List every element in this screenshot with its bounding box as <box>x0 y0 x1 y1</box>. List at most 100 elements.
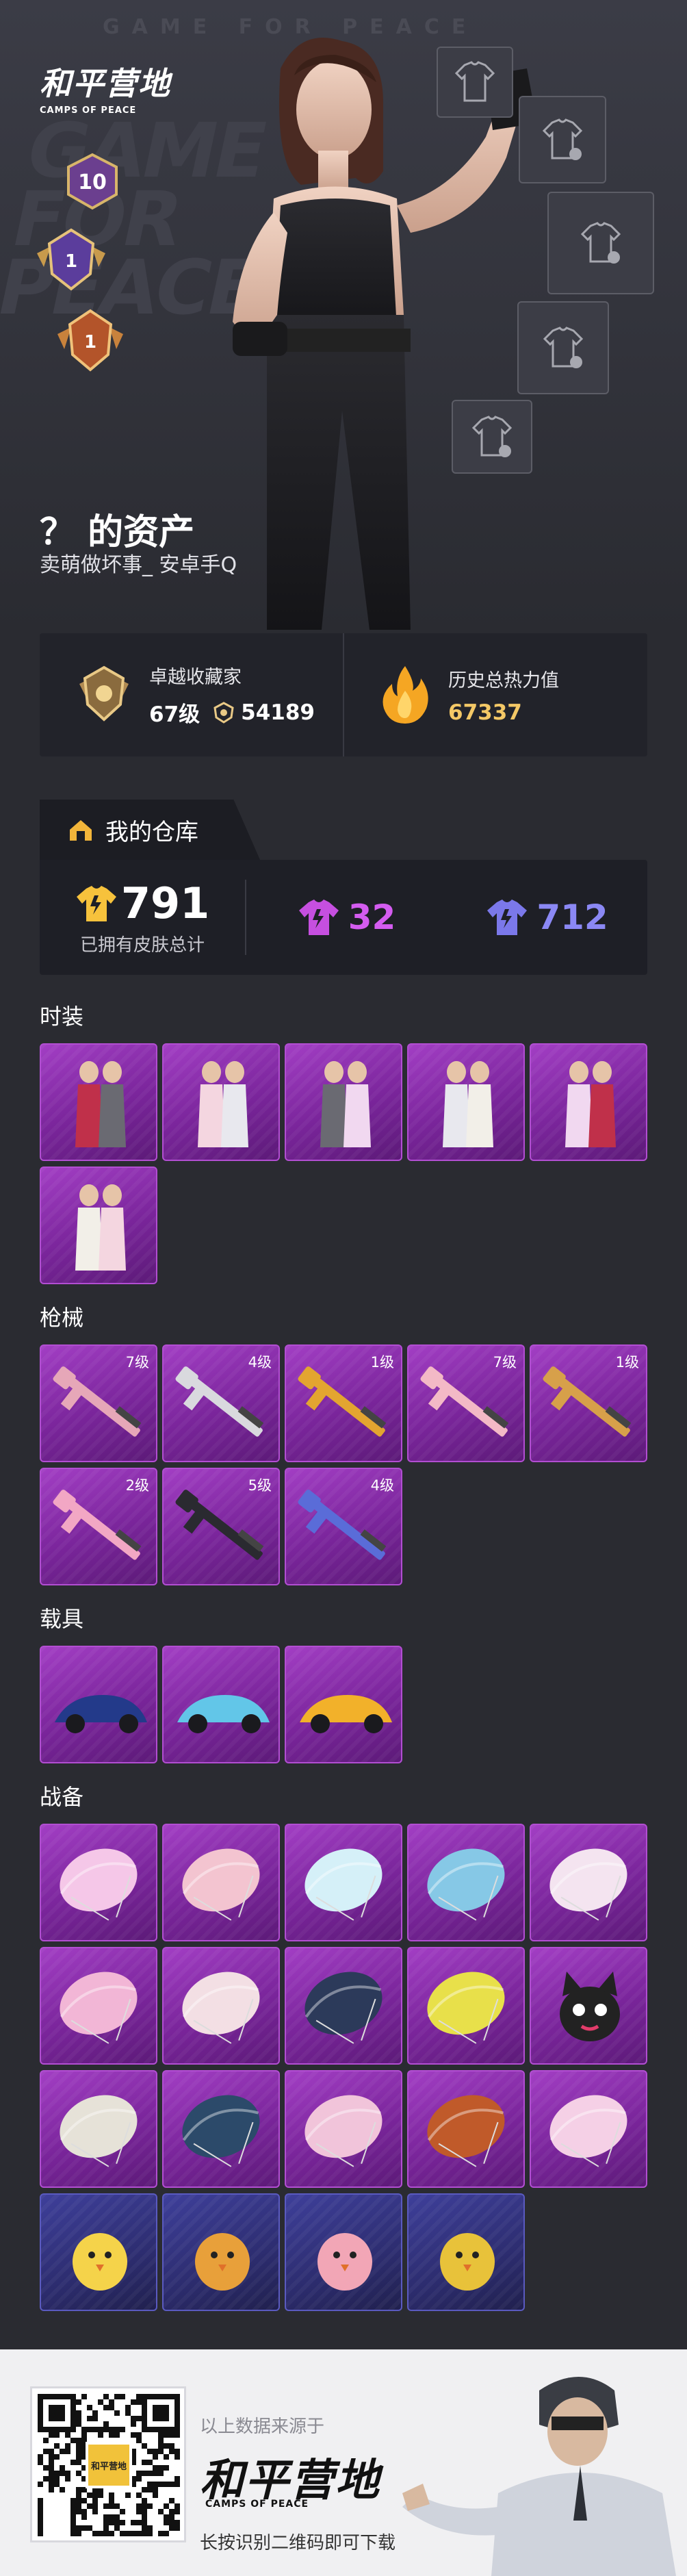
gear-grid <box>40 1824 647 2312</box>
qr-module <box>76 2443 81 2449</box>
qr-module <box>38 2514 43 2520</box>
qr-module <box>164 2503 169 2509</box>
qr-module <box>54 2410 60 2416</box>
qr-module <box>153 2449 158 2454</box>
qr-code[interactable]: 和平营地 <box>30 2386 186 2542</box>
gear-art <box>182 2095 260 2167</box>
qr-module <box>54 2454 60 2460</box>
gear-item[interactable] <box>407 1824 525 1941</box>
rifle-item[interactable]: 7级 <box>407 1344 525 1462</box>
gear-art <box>60 2095 138 2167</box>
gear-item[interactable] <box>285 2070 402 2188</box>
qr-module <box>49 2410 54 2416</box>
rifle-item[interactable]: 1级 <box>530 1344 647 1462</box>
qr-module <box>54 2476 60 2482</box>
rifle-item[interactable]: 1级 <box>285 1344 402 1462</box>
qr-module <box>43 2438 49 2443</box>
qr-module <box>54 2394 60 2399</box>
heat-stat[interactable]: 历史总热力值 67337 <box>343 633 647 756</box>
qr-module <box>147 2427 153 2432</box>
gear-item[interactable] <box>162 1824 280 1941</box>
outfit-item[interactable] <box>162 1043 280 1161</box>
rifle-item[interactable]: 7级 <box>40 1344 157 1462</box>
gear-item[interactable] <box>162 2070 280 2188</box>
gear-item[interactable] <box>407 1947 525 2065</box>
qr-module <box>43 2394 49 2399</box>
qr-module <box>136 2432 142 2438</box>
qr-module <box>70 2498 76 2503</box>
gear-item[interactable] <box>40 1947 157 2065</box>
outfit-item[interactable] <box>285 1043 402 1161</box>
qr-module <box>131 2520 136 2525</box>
qr-module <box>38 2405 43 2410</box>
flame-icon <box>383 666 428 724</box>
qr-module <box>158 2405 164 2410</box>
qr-module <box>147 2471 153 2476</box>
qr-module <box>153 2471 158 2476</box>
qr-module <box>131 2416 136 2421</box>
heat-value: 67337 <box>448 700 522 725</box>
tab-warehouse[interactable]: 我的仓库 <box>40 800 260 860</box>
gear-item[interactable] <box>285 2193 402 2311</box>
gear-art <box>304 1848 383 1921</box>
collector-stat[interactable]: 卓越收藏家 67级 54189 <box>40 633 343 756</box>
qr-module <box>54 2443 60 2449</box>
rifle-item[interactable]: 5级 <box>162 1468 280 1585</box>
gear-item[interactable] <box>407 2193 525 2311</box>
qr-module <box>174 2405 180 2410</box>
gold-shirt-icon <box>76 885 116 921</box>
qr-module <box>142 2427 147 2432</box>
qr-module <box>169 2394 174 2399</box>
qr-module <box>153 2487 158 2492</box>
outfit-item[interactable] <box>407 1043 525 1161</box>
shirt-thumb <box>452 400 532 474</box>
gear-art <box>549 2095 627 2167</box>
gear-art <box>427 2095 505 2167</box>
qr-module <box>109 2503 114 2509</box>
qr-module <box>147 2460 153 2465</box>
qr-module <box>49 2432 54 2438</box>
collector-points: 54189 <box>241 700 315 725</box>
gear-item[interactable] <box>407 2070 525 2188</box>
rifle-item[interactable]: 2级 <box>40 1468 157 1585</box>
gear-item[interactable] <box>40 2070 157 2188</box>
qr-module <box>49 2465 54 2471</box>
outfit-item[interactable] <box>40 1043 157 1161</box>
gear-item[interactable] <box>40 2193 157 2311</box>
qr-module <box>76 2399 81 2405</box>
qr-module <box>109 2405 114 2410</box>
total-skins: 791 已拥有皮肤总计 <box>40 878 245 956</box>
gear-item[interactable] <box>530 1947 647 2065</box>
qr-module <box>81 2432 87 2438</box>
vehicle-item[interactable] <box>285 1646 402 1763</box>
gear-item[interactable] <box>162 1947 280 2065</box>
qr-module <box>87 2492 92 2498</box>
rifle-item[interactable]: 4级 <box>162 1344 280 1462</box>
qr-module <box>87 2427 92 2432</box>
qr-module <box>136 2471 142 2476</box>
gear-item[interactable] <box>162 2193 280 2311</box>
gear-item[interactable] <box>285 1947 402 2065</box>
collector-badge-icon <box>79 665 129 722</box>
gear-item[interactable] <box>530 2070 647 2188</box>
qr-module <box>147 2449 153 2454</box>
qr-module <box>136 2492 142 2498</box>
qr-module <box>136 2509 142 2514</box>
qr-module <box>164 2531 169 2536</box>
gear-item[interactable] <box>530 1824 647 1941</box>
qr-module <box>92 2503 98 2509</box>
outfit-item[interactable] <box>40 1166 157 1284</box>
gear-item[interactable] <box>40 1824 157 1941</box>
qr-module <box>43 2476 49 2482</box>
outfit-item[interactable] <box>530 1043 647 1161</box>
qr-module <box>164 2514 169 2520</box>
rifle-item[interactable]: 4级 <box>285 1468 402 1585</box>
qr-module <box>98 2531 103 2536</box>
blue-skins-count: 712 <box>536 897 608 937</box>
qr-module <box>136 2531 142 2536</box>
vehicle-item[interactable] <box>162 1646 280 1763</box>
vehicle-item[interactable] <box>40 1646 157 1763</box>
gear-item[interactable] <box>285 1824 402 1941</box>
qr-module <box>174 2509 180 2514</box>
gear-art <box>427 1972 505 2044</box>
